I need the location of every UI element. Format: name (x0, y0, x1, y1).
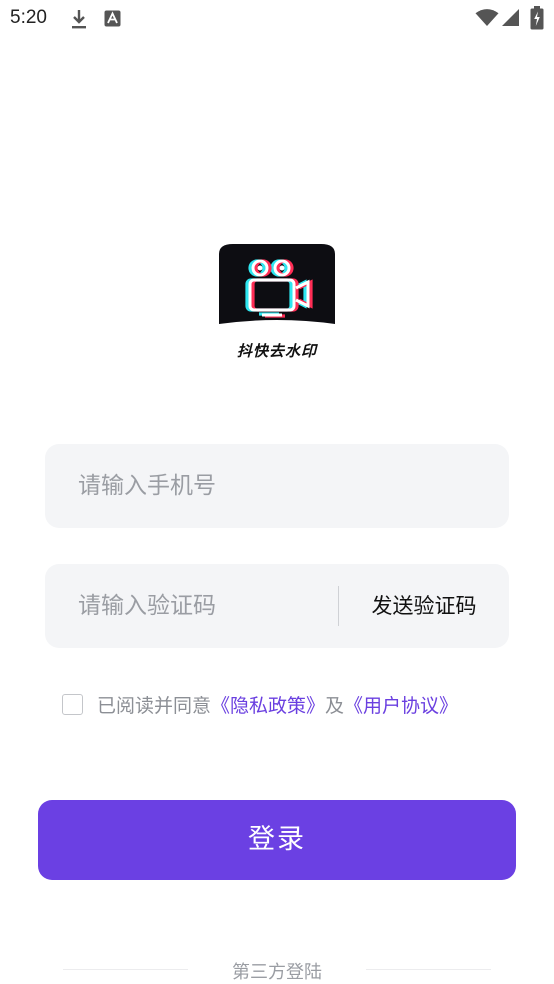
phone-input[interactable] (45, 444, 509, 528)
agreement-checkbox[interactable] (62, 693, 83, 715)
login-screen: 5:20 抖快去水印 请输入手机号 请输入验证码 发送验证码 已阅读并同意 《隐… (0, 0, 554, 984)
code-input[interactable] (45, 564, 337, 648)
download-icon (70, 8, 88, 34)
user-agreement-link[interactable]: 《用户协议》 (344, 691, 458, 718)
third-party-divider-left (63, 969, 188, 970)
battery-icon (530, 6, 544, 34)
app-name: 抖快去水印 (236, 342, 317, 360)
third-party-divider-right (366, 969, 491, 970)
login-button[interactable]: 登录 (38, 800, 516, 880)
privacy-policy-link[interactable]: 《隐私政策》 (211, 691, 325, 718)
code-field: 发送验证码 (45, 564, 509, 648)
send-code-button[interactable]: 发送验证码 (339, 564, 509, 648)
a-text-icon (104, 10, 121, 31)
phone-field (45, 444, 509, 528)
agreement-prefix: 已阅读并同意 (97, 694, 212, 717)
signal-icon (502, 9, 520, 31)
agreement-joiner: 及 (325, 694, 345, 717)
agreement-row: 已阅读并同意 《隐私政策》 及 《用户协议》 (62, 690, 458, 718)
video-camera-icon (219, 244, 335, 324)
app-logo (215, 244, 339, 332)
third-party-login-label: 第三方登陆 (232, 962, 322, 983)
status-time: 5:20 (10, 7, 47, 28)
wifi-icon (475, 9, 499, 31)
status-bar: 5:20 (0, 0, 554, 38)
